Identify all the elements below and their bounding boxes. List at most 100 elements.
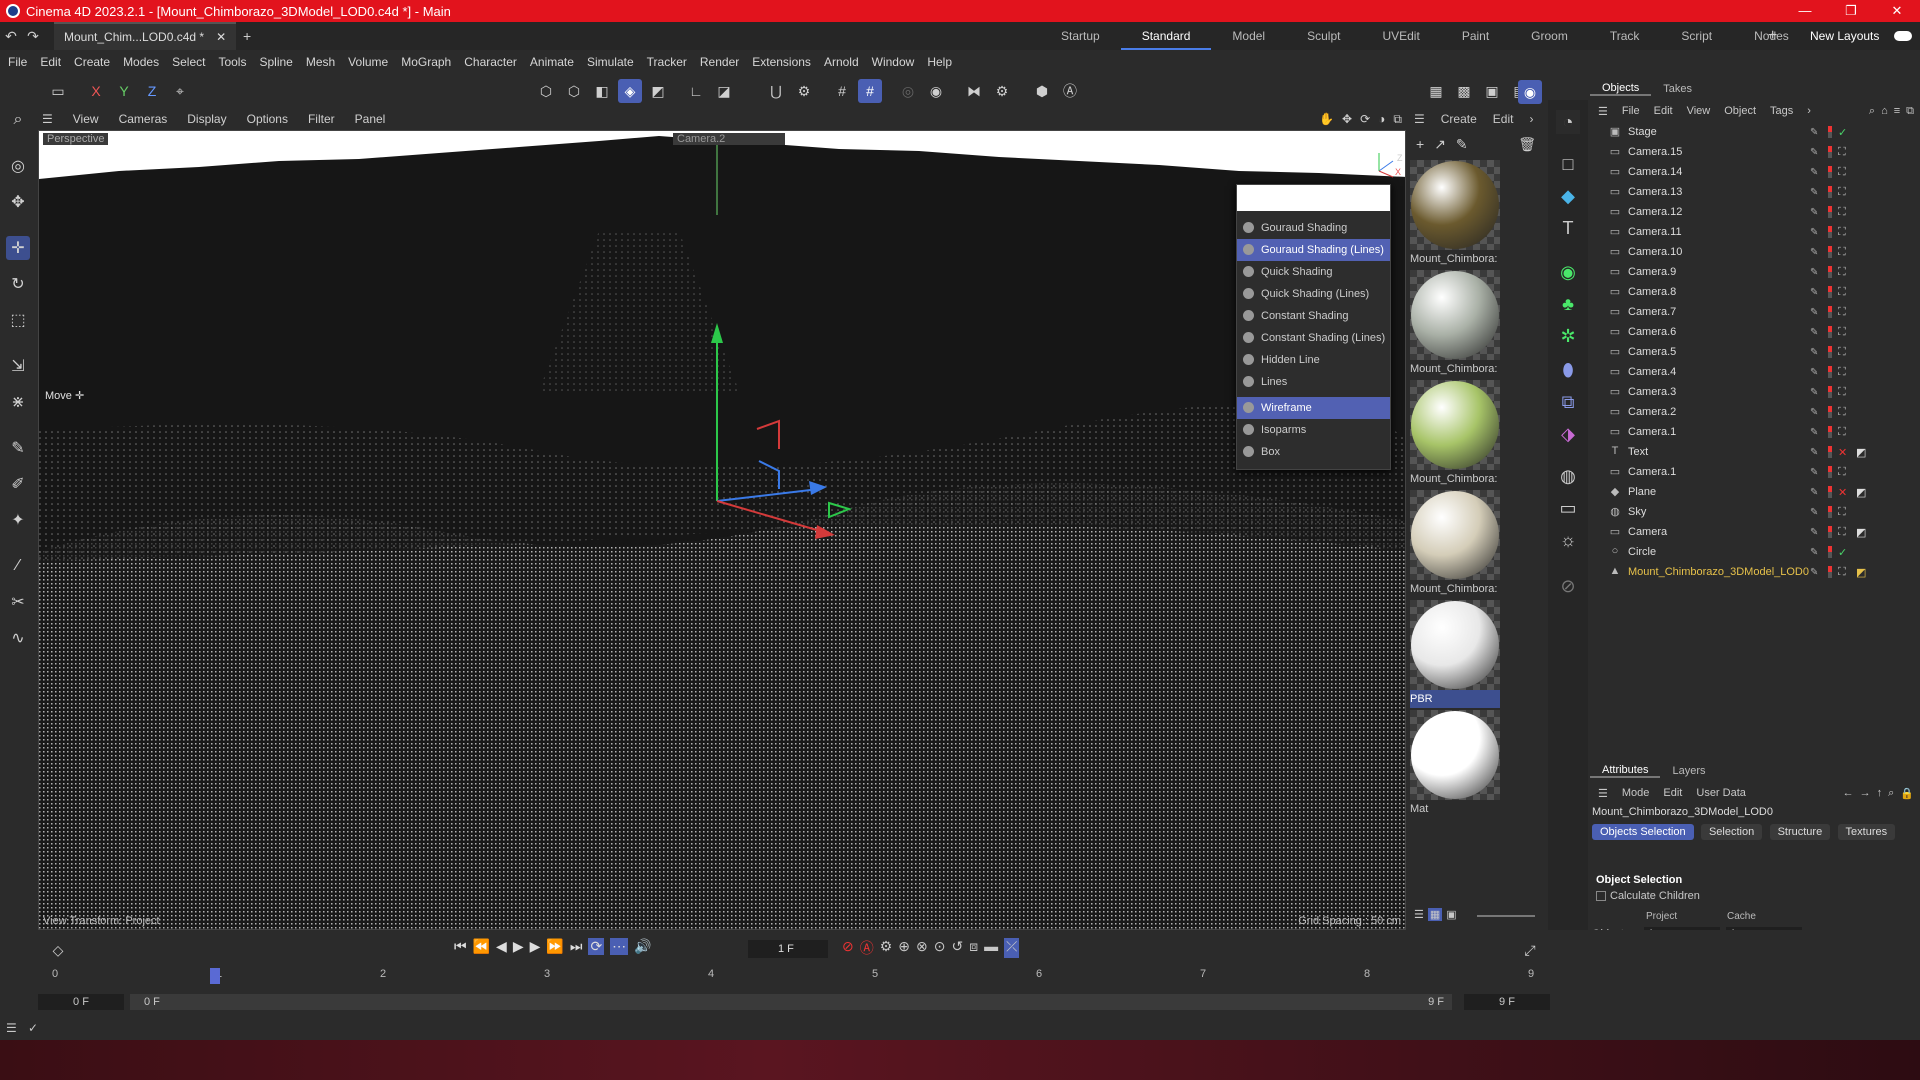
visibility-dots[interactable] — [1828, 486, 1832, 498]
object-row[interactable]: T Text ✎ ✕ ◩ — [1590, 442, 1920, 462]
object-row[interactable]: ○ Circle ✎ ✓ — [1590, 542, 1920, 562]
camera-target-icon[interactable]: ⛶ — [1838, 186, 1846, 199]
disabled-x-icon[interactable]: ✕ — [1838, 446, 1847, 459]
menu-spline[interactable]: Spline — [259, 55, 292, 69]
object-row[interactable]: ▭ Camera.4 ✎ ⛶ — [1590, 362, 1920, 382]
layout-tab-model[interactable]: Model — [1211, 22, 1286, 50]
menu-tools[interactable]: Tools — [218, 55, 246, 69]
shading-option-quick-shading-lines[interactable]: Quick Shading (Lines) — [1237, 283, 1390, 305]
visibility-dots[interactable] — [1828, 206, 1832, 218]
visibility-dots[interactable] — [1828, 126, 1832, 138]
key-rotation-icon[interactable]: ⊗ — [916, 938, 928, 958]
tab-objects[interactable]: Objects — [1590, 82, 1652, 96]
visibility-dots[interactable] — [1828, 406, 1832, 418]
pen-icon[interactable]: ⊘ — [1556, 574, 1580, 598]
close-button[interactable]: ✕ — [1874, 3, 1920, 19]
object-home-icon[interactable]: ⌂ — [1881, 105, 1888, 117]
menu-edit[interactable]: Edit — [40, 55, 61, 69]
key-param-icon[interactable]: ▬ — [984, 938, 998, 958]
layer-edit-icon[interactable]: ✎ — [1810, 487, 1818, 498]
camera-target-icon[interactable]: ⛶ — [1838, 526, 1846, 539]
material-menu-edit[interactable]: Edit — [1493, 112, 1514, 126]
previous-frame-icon[interactable]: ◀ — [496, 938, 507, 955]
shading-option-isoparms[interactable]: Isoparms — [1237, 419, 1390, 441]
object-row[interactable]: ▭ Camera.1 ✎ ⛶ — [1590, 462, 1920, 482]
grid-view-icon[interactable]: ▦ — [1427, 908, 1443, 921]
object-filter-icon[interactable]: ≡ — [1894, 105, 1900, 117]
go-to-end-icon[interactable]: ⏭ — [570, 938, 583, 955]
rotate-tool-icon[interactable]: ↻ — [6, 272, 30, 296]
volume-icon[interactable]: ⬗ — [1556, 422, 1580, 446]
loop-icon[interactable]: ⟳ — [588, 938, 605, 955]
visibility-dots[interactable] — [1828, 526, 1832, 538]
mirror-icon[interactable]: ⧓ — [962, 79, 986, 103]
shading-option-gouraud-shading-lines[interactable]: Gouraud Shading (Lines) — [1237, 239, 1390, 261]
camera-target-icon[interactable]: ⛶ — [1838, 366, 1846, 379]
snap-settings-icon[interactable]: ⚙ — [792, 79, 816, 103]
menu-mograph[interactable]: MoGraph — [401, 55, 451, 69]
layer-edit-icon[interactable]: ✎ — [1810, 507, 1818, 518]
spline-tool-icon[interactable]: ∿ — [6, 626, 30, 650]
viewport-pan-icon[interactable]: ✋ — [1319, 112, 1334, 126]
enabled-check-icon[interactable]: ✓ — [1838, 546, 1847, 559]
object-row[interactable]: ▭ Camera.6 ✎ ⛶ — [1590, 322, 1920, 342]
shading-option-hidden-line[interactable]: Hidden Line — [1237, 349, 1390, 371]
move-tool-icon[interactable]: ✛ — [6, 236, 30, 260]
camera-target-icon[interactable]: ⛶ — [1838, 406, 1846, 419]
camera-target-icon[interactable]: ⛶ — [1838, 346, 1846, 359]
scene-icon[interactable]: ⧉ — [1556, 390, 1580, 414]
object-row[interactable]: ▭ Camera.1 ✎ ⛶ — [1590, 422, 1920, 442]
document-tab[interactable]: Mount_Chim...LOD0.c4d * ✕ — [54, 22, 237, 50]
menu-character[interactable]: Character — [464, 55, 517, 69]
object-row[interactable]: ▭ Camera ✎ ⛶ ◩ — [1590, 522, 1920, 542]
edges-mode-icon[interactable]: ⬡ — [562, 79, 586, 103]
shading-option-constant-shading-lines[interactable]: Constant Shading (Lines) — [1237, 327, 1390, 349]
current-frame-field[interactable]: 1 F — [748, 940, 828, 958]
key-position-icon[interactable]: ⊕ — [898, 938, 910, 958]
render-settings-icon[interactable]: ⬢ — [1030, 79, 1054, 103]
layer-edit-icon[interactable]: ✎ — [1810, 547, 1818, 558]
layer-edit-icon[interactable]: ✎ — [1810, 227, 1818, 238]
camera-target-icon[interactable]: ⛶ — [1838, 206, 1846, 219]
visibility-dots[interactable] — [1828, 286, 1832, 298]
visibility-dots[interactable] — [1828, 266, 1832, 278]
pick-material-icon[interactable]: ✎ — [1456, 136, 1468, 153]
layout-tab-startup[interactable]: Startup — [1040, 22, 1121, 50]
object-hamburger-icon[interactable]: ☰ — [1598, 105, 1608, 118]
tag-icon[interactable]: ◩ — [1856, 446, 1866, 459]
attribute-menu-mode[interactable]: Mode — [1622, 787, 1650, 799]
field-icon[interactable]: ⬮ — [1556, 358, 1580, 382]
scale-tool-icon[interactable]: ⬚ — [6, 308, 30, 332]
layer-edit-icon[interactable]: ✎ — [1810, 127, 1818, 138]
tweak-tool-icon[interactable]: ✥ — [6, 190, 30, 214]
transfer-tool-icon[interactable]: ⇲ — [6, 354, 30, 378]
up-arrow-icon[interactable]: ↑ — [1877, 787, 1883, 799]
object-row[interactable]: ▭ Camera.10 ✎ ⛶ — [1590, 242, 1920, 262]
status-check-icon[interactable]: ✓ — [28, 1021, 38, 1035]
end-frame-field[interactable]: 9 F — [1464, 994, 1550, 1010]
visibility-dots[interactable] — [1828, 426, 1832, 438]
snap-icon[interactable]: ⋃ — [764, 79, 788, 103]
quantize-icon[interactable]: ◎ — [896, 79, 920, 103]
viewport-hamburger-icon[interactable]: ☰ — [42, 112, 53, 126]
menu-volume[interactable]: Volume — [348, 55, 388, 69]
spline-sketch-icon[interactable]: ✐ — [6, 472, 30, 496]
attribute-search-icon[interactable]: ⌕ — [1888, 787, 1894, 800]
object-row[interactable]: ▭ Camera.5 ✎ ⛶ — [1590, 342, 1920, 362]
menu-select[interactable]: Select — [172, 55, 205, 69]
visibility-dots[interactable] — [1828, 186, 1832, 198]
material-hamburger-icon[interactable]: ☰ — [1414, 112, 1425, 126]
object-menu-more-icon[interactable]: › — [1807, 105, 1811, 117]
camera-object-icon[interactable]: ▭ — [1556, 496, 1580, 520]
menu-window[interactable]: Window — [872, 55, 915, 69]
visibility-dots[interactable] — [1828, 346, 1832, 358]
enabled-check-icon[interactable]: ✓ — [1838, 126, 1847, 139]
menu-modes[interactable]: Modes — [123, 55, 159, 69]
shading-option-box[interactable]: Box — [1237, 441, 1390, 463]
minimize-button[interactable]: — — [1782, 3, 1828, 19]
shading-option-constant-shading[interactable]: Constant Shading — [1237, 305, 1390, 327]
camera-target-icon[interactable]: ⛶ — [1838, 226, 1846, 239]
axis-tool-icon[interactable]: ⋇ — [6, 390, 30, 414]
visibility-dots[interactable] — [1828, 466, 1832, 478]
camera-target-icon[interactable]: ⛶ — [1838, 286, 1846, 299]
